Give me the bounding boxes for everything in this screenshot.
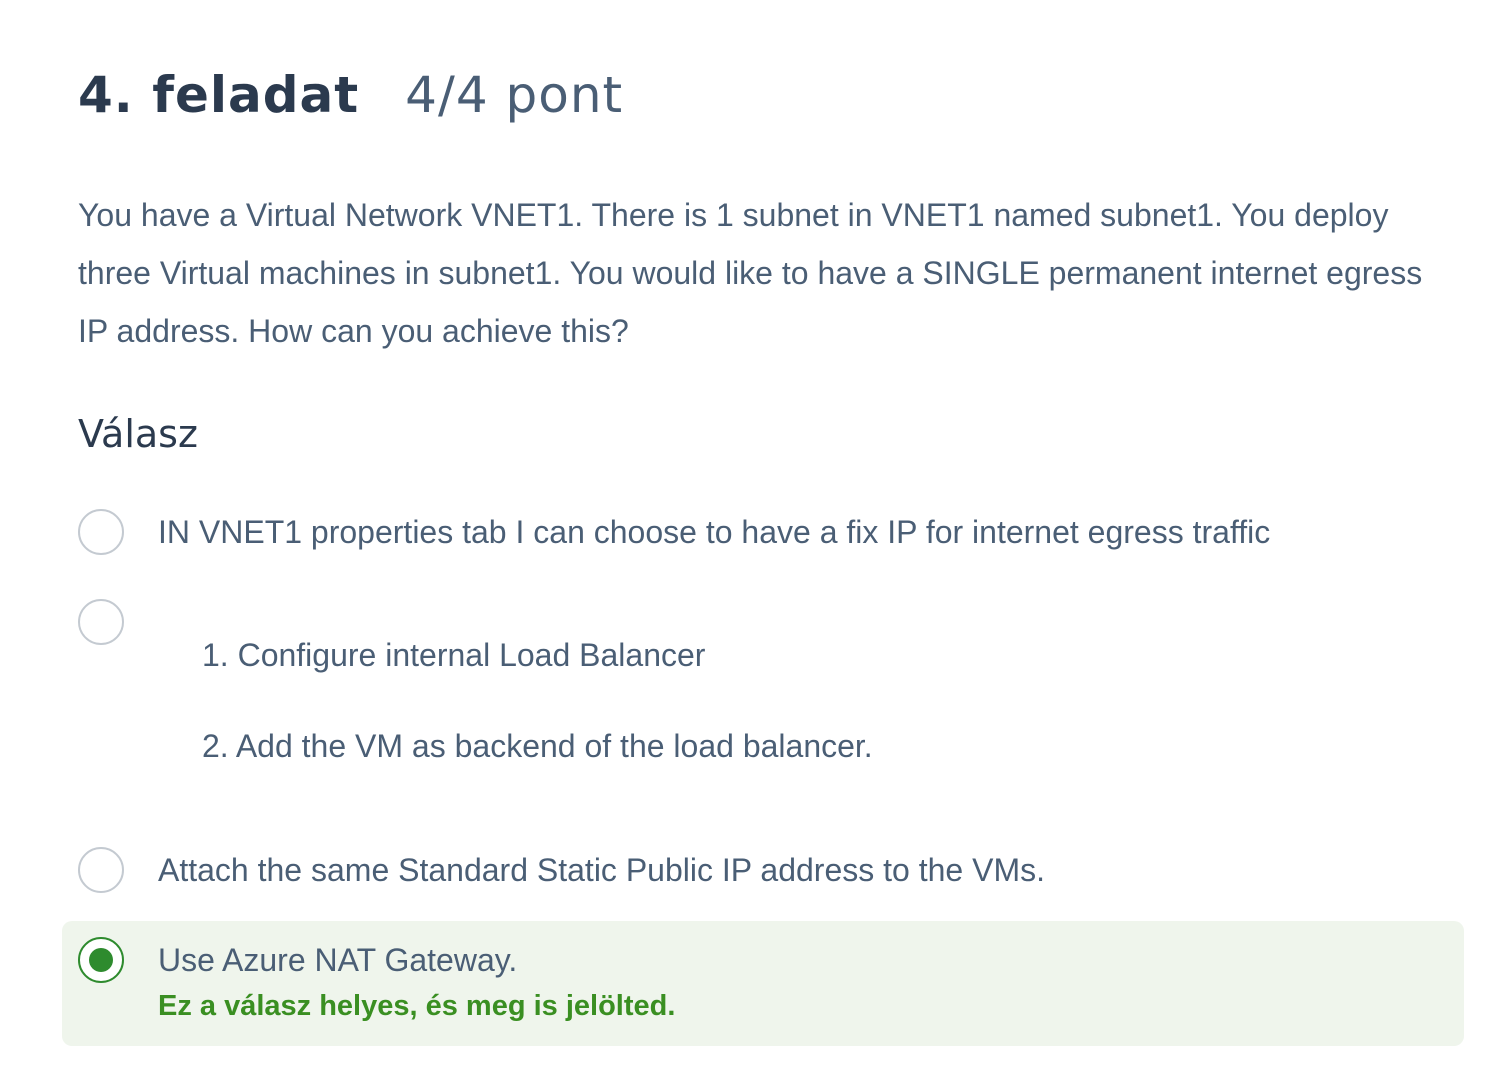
option-2-radio[interactable] xyxy=(78,599,124,645)
option-2-step-2[interactable]: 2. Add the VM as backend of the load bal… xyxy=(202,728,873,765)
option-1-radio[interactable] xyxy=(78,509,124,555)
option-2-step-1[interactable]: 1. Configure internal Load Balancer xyxy=(202,637,705,674)
task-title: 4. feladat xyxy=(78,66,360,124)
option-4-radio[interactable] xyxy=(78,937,124,983)
option-1-label[interactable]: IN VNET1 properties tab I can choose to … xyxy=(158,514,1270,551)
option-4-label[interactable]: Use Azure NAT Gateway. xyxy=(158,942,517,979)
question-text: You have a Virtual Network VNET1. There … xyxy=(78,197,1423,349)
correct-feedback: Ez a válasz helyes, és meg is jelölted. xyxy=(158,990,676,1022)
answer-heading: Válasz xyxy=(78,412,198,456)
task-header: 4. feladat 4/4 pont xyxy=(78,66,623,136)
correct-answer-highlight xyxy=(62,921,1464,1046)
option-3-label[interactable]: Attach the same Standard Static Public I… xyxy=(158,852,1045,889)
task-score: 4/4 pont xyxy=(405,66,624,124)
option-3-radio[interactable] xyxy=(78,847,124,893)
